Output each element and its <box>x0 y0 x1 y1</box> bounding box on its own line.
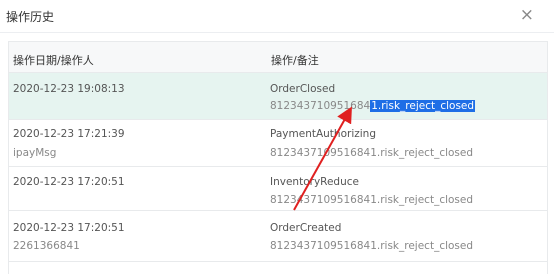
row-operator: ipayMsg <box>13 147 57 159</box>
header-operation-note: 操作/备注 <box>271 54 319 67</box>
row-note: 8123437109516841.risk_reject_closed <box>270 240 474 252</box>
row-operation: InventoryReduce <box>270 176 359 188</box>
table-row[interactable]: 2020-12-23 17:20:51 2261366841 OrderCrea… <box>9 211 547 262</box>
selected-text-highlight: 1.risk_reject_closed <box>370 100 476 112</box>
row-operation: OrderCreated <box>270 222 342 234</box>
header-date-operator: 操作日期/操作人 <box>13 54 94 67</box>
table-header: 操作日期/操作人 操作/备注 <box>9 42 547 73</box>
row-note: 8123437109516841.risk_reject_closed <box>270 100 476 112</box>
operation-history-dialog: 操作历史 × 操作日期/操作人 操作/备注 2020-12-23 19:08:1… <box>0 0 554 276</box>
table-row[interactable]: 2020-12-23 17:21:39 ipayMsg PaymentAutho… <box>9 120 547 167</box>
row-operation: OrderClosed <box>270 83 336 95</box>
row-date: 2020-12-23 17:21:39 <box>13 128 125 140</box>
close-icon[interactable]: × <box>520 5 534 25</box>
table-row[interactable]: 2020-12-23 17:20:51 InventoryReduce 8123… <box>9 167 547 211</box>
dialog-title: 操作历史 <box>6 10 55 24</box>
row-operation: PaymentAuthorizing <box>270 128 376 140</box>
row-date: 2020-12-23 17:20:51 <box>13 222 125 234</box>
history-table: 操作日期/操作人 操作/备注 2020-12-23 19:08:13 Order… <box>8 41 548 274</box>
row-note: 8123437109516841.risk_reject_closed <box>270 194 474 206</box>
dialog-header: 操作历史 × <box>0 0 554 33</box>
row-operator: 2261366841 <box>13 240 80 252</box>
table-row[interactable]: 2020-12-23 19:08:13 OrderClosed 81234371… <box>9 73 547 120</box>
row-date: 2020-12-23 17:20:51 <box>13 176 125 188</box>
row-date: 2020-12-23 19:08:13 <box>13 83 125 95</box>
row-note: 8123437109516841.risk_reject_closed <box>270 147 474 159</box>
